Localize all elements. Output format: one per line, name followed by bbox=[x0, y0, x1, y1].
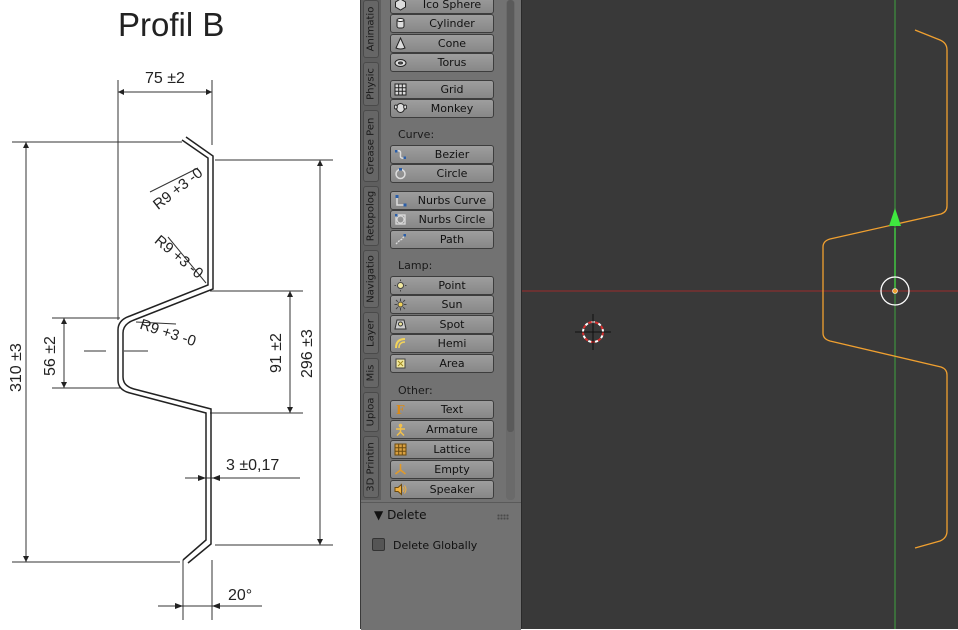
add-empty-button[interactable]: Empty bbox=[390, 460, 494, 479]
section-other-label: Other: bbox=[398, 384, 433, 397]
dim-middle-height: 91 ±2 bbox=[268, 333, 285, 373]
drawing-title: Profil B bbox=[118, 6, 225, 43]
add-nurbs-curve-button[interactable]: Nurbs Curve bbox=[390, 191, 494, 210]
add-monkey-button[interactable]: Monkey bbox=[390, 99, 494, 118]
torus-icon bbox=[394, 59, 407, 67]
add-bezier-button[interactable]: Bezier bbox=[390, 145, 494, 164]
tool-shelf: Animatio Physic Grease Pen Retopolog Nav… bbox=[360, 0, 521, 630]
grid-icon bbox=[394, 83, 407, 96]
svg-text:F: F bbox=[396, 403, 405, 416]
ico-sphere-icon bbox=[395, 0, 406, 11]
dim-angle: 20° bbox=[228, 587, 253, 604]
add-cylinder-button[interactable]: Cylinder bbox=[390, 14, 494, 33]
add-nurbs-circle-button[interactable]: Nurbs Circle bbox=[390, 210, 494, 229]
point-lamp-icon bbox=[394, 279, 407, 292]
tab-misc[interactable]: Mis bbox=[363, 358, 379, 388]
shelf-tabs: Animatio Physic Grease Pen Retopolog Nav… bbox=[361, 0, 381, 500]
add-area-lamp-button[interactable]: Area bbox=[390, 354, 494, 373]
technical-drawing: Profil B 75 ±2 310 ±3 296 ±3 91 ±2 56 ±2… bbox=[0, 0, 360, 629]
add-text-button[interactable]: F Text bbox=[390, 400, 494, 419]
hemi-lamp-icon bbox=[395, 338, 406, 349]
manipulator-arrow-icon[interactable] bbox=[889, 208, 901, 291]
monkey-icon bbox=[394, 103, 407, 113]
section-curve-label: Curve: bbox=[398, 128, 435, 141]
add-lattice-button[interactable]: Lattice bbox=[390, 440, 494, 459]
bezier-icon bbox=[395, 150, 406, 159]
nurbs-circle-icon bbox=[395, 214, 406, 225]
add-torus-button[interactable]: Torus bbox=[390, 53, 494, 72]
add-hemi-lamp-button[interactable]: Hemi bbox=[390, 334, 494, 353]
tab-navigation[interactable]: Navigatio bbox=[363, 250, 379, 308]
dim-thickness: 3 ±0,17 bbox=[226, 457, 280, 474]
circle-curve-icon bbox=[395, 168, 406, 180]
area-lamp-icon bbox=[395, 358, 406, 369]
dim-left-height: 56 ±2 bbox=[42, 336, 59, 376]
cone-icon bbox=[395, 37, 406, 50]
speaker-icon bbox=[394, 483, 407, 496]
dim-right-height: 296 ±3 bbox=[299, 329, 316, 378]
add-cone-button[interactable]: Cone bbox=[390, 34, 494, 53]
dim-total-height: 310 ±3 bbox=[8, 343, 25, 392]
add-armature-button[interactable]: Armature bbox=[390, 420, 494, 439]
tab-layer[interactable]: Layer bbox=[363, 312, 379, 354]
add-speaker-button[interactable]: Speaker bbox=[390, 480, 494, 499]
profile-drawing-lines bbox=[12, 80, 333, 620]
section-lamp-label: Lamp: bbox=[398, 259, 433, 272]
panel-grip-icon[interactable] bbox=[497, 514, 509, 520]
delete-globally-checkbox[interactable] bbox=[372, 538, 385, 551]
text-icon: F bbox=[396, 403, 405, 416]
tab-retopology[interactable]: Retopolog bbox=[363, 186, 379, 246]
3d-cursor-icon[interactable] bbox=[575, 314, 611, 350]
add-sun-lamp-button[interactable]: Sun bbox=[390, 295, 494, 314]
add-ico-sphere-button[interactable]: Ico Sphere bbox=[390, 0, 494, 14]
add-circle-curve-button[interactable]: Circle bbox=[390, 164, 494, 183]
tab-upload[interactable]: Uploa bbox=[363, 392, 379, 432]
add-path-button[interactable]: Path bbox=[390, 230, 494, 249]
3d-viewport[interactable] bbox=[521, 0, 958, 629]
delete-operator-panel: ▼ Delete Delete Globally bbox=[361, 502, 521, 630]
add-grid-button[interactable]: Grid bbox=[390, 80, 494, 99]
delete-globally-label: Delete Globally bbox=[393, 539, 478, 552]
viewport-canvas bbox=[522, 0, 958, 629]
spot-lamp-icon bbox=[394, 319, 407, 330]
path-icon bbox=[395, 234, 406, 245]
add-spot-lamp-button[interactable]: Spot bbox=[390, 315, 494, 334]
dim-top-width: 75 ±2 bbox=[145, 70, 185, 87]
lattice-icon bbox=[394, 443, 407, 456]
empty-icon bbox=[395, 464, 406, 475]
collapse-triangle-icon: ▼ bbox=[374, 508, 384, 522]
delete-panel-header[interactable]: ▼ Delete bbox=[374, 508, 427, 522]
cylinder-icon bbox=[396, 18, 405, 29]
shelf-scrollbar[interactable] bbox=[507, 0, 514, 432]
sun-lamp-icon bbox=[394, 298, 407, 311]
tab-3d-printing[interactable]: 3D Printin bbox=[363, 436, 379, 498]
add-point-lamp-button[interactable]: Point bbox=[390, 276, 494, 295]
armature-icon bbox=[396, 423, 405, 436]
profile-curve[interactable] bbox=[822, 29, 948, 549]
tab-animation[interactable]: Animatio bbox=[363, 0, 379, 58]
tab-grease-pencil[interactable]: Grease Pen bbox=[363, 110, 379, 182]
tab-physics[interactable]: Physic bbox=[363, 62, 379, 106]
nurbs-curve-icon bbox=[395, 195, 407, 207]
